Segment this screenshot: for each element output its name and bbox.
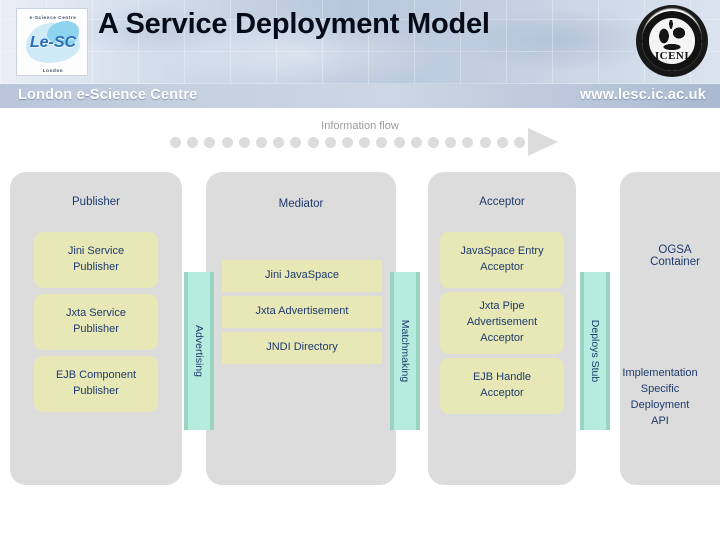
band-matchmaking[interactable]: Matchmaking [390, 272, 420, 430]
node-mediator-1[interactable]: Jxta Advertisement [222, 296, 382, 328]
iceni-logo: ICENI [636, 5, 708, 77]
lesc-arc-bottom-text: London [42, 68, 64, 73]
flow-dot [256, 137, 267, 148]
information-flow-dots [170, 136, 530, 150]
flow-dot [342, 137, 353, 148]
column-title-ogsa-container: OGSA Container [650, 244, 700, 268]
lesc-arc-top-text: e-Science Centre [29, 15, 77, 20]
flow-dot [324, 137, 336, 148]
column-title-mediator: Mediator [278, 198, 324, 210]
column-title-acceptor: Acceptor [479, 196, 525, 208]
node-publisher-1[interactable]: Jxta Service Publisher [34, 294, 158, 350]
brand-bar: London e-Science Centre www.lesc.ic.ac.u… [0, 84, 720, 108]
slide-canvas: e-Science Centre London Le-SC A Service … [0, 0, 720, 540]
lesc-logo: e-Science Centre London Le-SC [16, 8, 88, 76]
website-url: www.lesc.ic.ac.uk [579, 87, 706, 103]
organisation-name: London e-Science Centre [18, 87, 198, 103]
flow-dot [187, 137, 199, 148]
iceni-wordmark: ICENI [654, 50, 690, 62]
flow-dot [479, 137, 491, 148]
service-deployment-diagram: Publisher Jini Service Publisher Jxta Servi… [0, 160, 720, 490]
header-banner: e-Science Centre London Le-SC A Service … [0, 0, 720, 84]
flow-dot [445, 137, 457, 148]
flow-dot [496, 137, 508, 148]
flow-dot [273, 137, 285, 148]
flow-dot [359, 137, 371, 148]
information-flow-arrowhead-icon [528, 128, 558, 156]
label-ogsa-container-0: Implementation Specific Deployment API [622, 367, 698, 427]
band-deploys-stub[interactable]: Deploys Stub [580, 272, 610, 430]
column-ogsa-container[interactable]: OGSA Container [620, 172, 720, 485]
flow-dot [290, 137, 302, 148]
node-publisher-2[interactable]: EJB Component Publisher [34, 356, 158, 412]
node-mediator-2[interactable]: JNDI Directory [222, 332, 382, 364]
node-acceptor-0[interactable]: JavaSpace Entry Acceptor [440, 232, 564, 288]
lesc-wordmark: Le-SC [29, 34, 77, 51]
information-flow-label: Information flow [321, 120, 399, 132]
flow-dot [410, 137, 422, 148]
flow-dot [514, 137, 525, 148]
band-advertising[interactable]: Advertising [184, 272, 214, 430]
node-acceptor-1[interactable]: Jxta Pipe Advertisement Acceptor [440, 292, 564, 354]
flow-dot [307, 137, 319, 148]
band-label-matchmaking: Matchmaking [399, 319, 411, 383]
band-label-deploys-stub: Deploys Stub [589, 319, 601, 383]
iceni-logo-inner: ICENI [642, 11, 702, 71]
column-mediator[interactable]: Mediator [206, 172, 396, 485]
band-label-advertising: Advertising [193, 325, 205, 377]
flow-dot [238, 137, 250, 148]
flow-dot [376, 137, 388, 148]
flow-dot [462, 137, 474, 148]
page-title: A Service Deployment Model [98, 8, 490, 40]
flow-dot [393, 137, 405, 148]
iceni-figure-icon [655, 20, 689, 50]
flow-dot [428, 137, 439, 148]
node-acceptor-2[interactable]: EJB Handle Acceptor [440, 358, 564, 414]
node-publisher-0[interactable]: Jini Service Publisher [34, 232, 158, 288]
node-mediator-0[interactable]: Jini JavaSpace [222, 260, 382, 292]
flow-dot [221, 137, 233, 148]
flow-dot [170, 137, 181, 148]
column-title-publisher: Publisher [72, 196, 120, 208]
flow-dot [204, 137, 216, 148]
